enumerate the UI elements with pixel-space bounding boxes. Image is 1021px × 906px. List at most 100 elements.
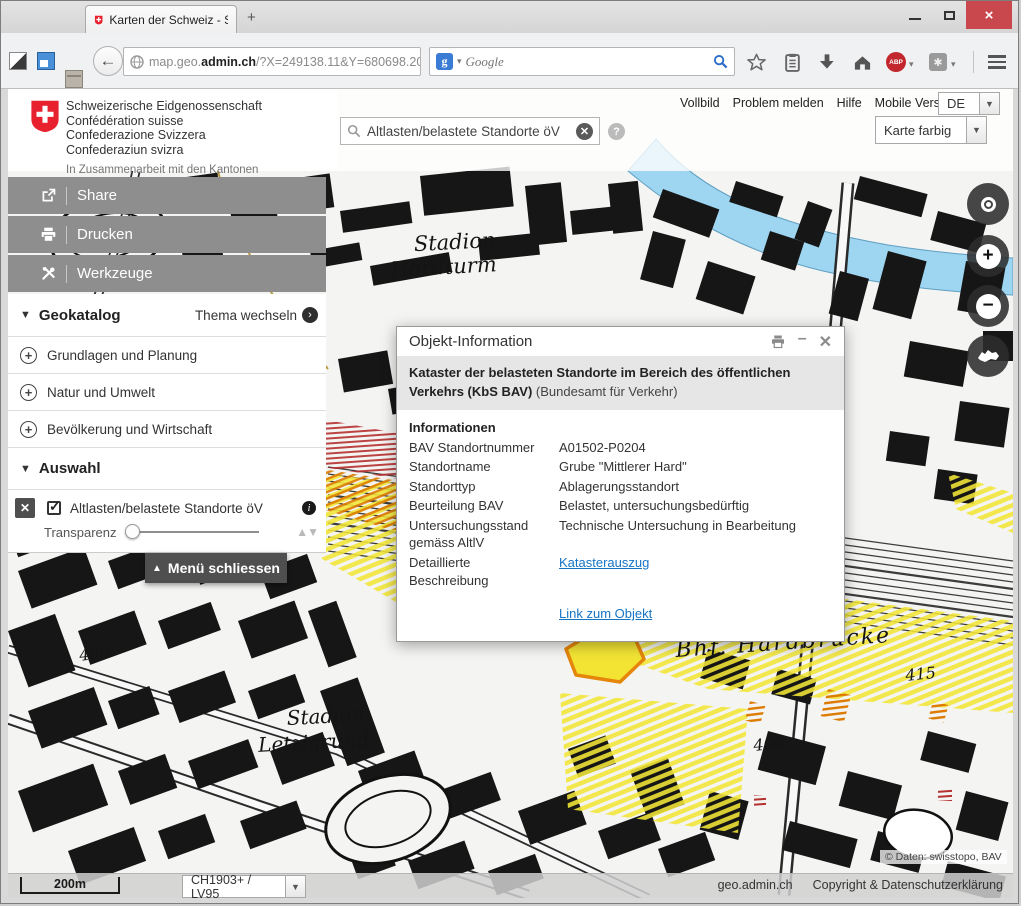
map-attribution[interactable]: © Daten: swisstopo, BAV <box>880 850 1007 864</box>
browser-search-bar[interactable]: g ▾ <box>429 47 735 76</box>
header: Schweizerische Eidgenossenschaft Confédé… <box>8 89 338 171</box>
printer-icon <box>38 226 58 243</box>
bookmark-star-icon[interactable] <box>745 51 767 73</box>
geolocate-icon <box>981 197 996 212</box>
projection-select[interactable]: CH1903+ / LV95 ▼ <box>182 875 306 898</box>
link-problem-melden[interactable]: Problem melden <box>733 96 824 110</box>
search-help-button[interactable]: ? <box>608 123 625 140</box>
label-stadion-letzigrund: Stadion <box>286 702 365 730</box>
url-bar[interactable]: map.geo.admin.ch/?X=249138.11&Y=680698.2… <box>123 47 421 76</box>
home-icon[interactable] <box>851 51 873 73</box>
layer-info-icon[interactable]: i <box>302 501 316 515</box>
header-links: Vollbild Problem melden Hilfe Mobile Ver… <box>680 96 957 110</box>
map-search-box[interactable]: ✕ <box>340 117 600 145</box>
layer-name: Altlasten/belastete Standorte öV <box>70 501 263 516</box>
search-engine-dropdown-icon[interactable]: ▾ <box>457 56 462 67</box>
clear-search-icon[interactable]: ✕ <box>576 123 593 140</box>
browser-window: Karten der Schweiz - Schweize... + × ← m… <box>0 0 1019 904</box>
sidebar-item-drucken[interactable]: Drucken <box>8 216 326 253</box>
link-hilfe[interactable]: Hilfe <box>837 96 862 110</box>
maximize-button[interactable] <box>932 1 966 29</box>
object-link-row: Link zum Objekt <box>409 605 832 623</box>
popup-section-title: Informationen <box>409 420 832 435</box>
chevron-down-icon: ▼ <box>979 93 999 114</box>
info-row: Detaillierte Beschreibung Katasterauszug <box>409 554 832 589</box>
basemap-select[interactable]: Karte farbig▼ <box>875 116 987 144</box>
minimize-popup-icon[interactable]: – <box>798 330 807 348</box>
layer-checkbox[interactable]: ✓ <box>47 501 61 515</box>
tab-title: Karten der Schweiz - Schweize... <box>109 13 228 27</box>
swiss-coat-of-arms-icon <box>28 98 62 134</box>
minimize-icon <box>909 18 921 20</box>
search-go-icon[interactable] <box>713 54 728 69</box>
link-vollbild[interactable]: Vollbild <box>680 96 720 110</box>
sidebar-item-share[interactable]: Share <box>8 177 326 214</box>
minus-icon: − <box>976 294 1001 319</box>
browser-search-input[interactable] <box>466 54 709 70</box>
katasterauszug-link[interactable]: Katasterauszug <box>559 555 649 570</box>
copyright-link[interactable]: Copyright & Datenschutzerklärung <box>813 878 1003 892</box>
zoom-in-button[interactable]: + <box>967 235 1009 277</box>
scale-bar: 200m <box>20 877 120 894</box>
layer-reorder-icons[interactable]: ▲▼ <box>296 525 318 539</box>
geoadmin-page: Stadion Hardturm Bhf. Hardbrücke Stadion… <box>8 89 1013 898</box>
search-icon <box>347 124 361 138</box>
remove-layer-button[interactable]: ✕ <box>15 498 35 518</box>
addon-dropdown-icon[interactable]: ▾ <box>951 59 956 70</box>
popup-title: Objekt-Information <box>409 333 532 350</box>
browser-tab[interactable]: Karten der Schweiz - Schweize... <box>85 5 237 33</box>
back-button[interactable]: ← <box>93 46 123 76</box>
slider-knob[interactable] <box>125 524 140 539</box>
browser-navbar: ← map.geo.admin.ch/?X=249138.11&Y=680698… <box>1 33 1018 89</box>
print-icon[interactable] <box>770 334 786 349</box>
new-tab-button[interactable]: + <box>247 9 256 26</box>
google-icon: g <box>436 53 453 70</box>
site-link[interactable]: geo.admin.ch <box>718 878 793 892</box>
geokatalog-header[interactable]: ▼ Geokatalog Thema wechseln › <box>8 294 326 336</box>
info-row: StandorttypAblagerungsstandort <box>409 478 832 496</box>
minimize-button[interactable] <box>898 1 932 29</box>
menu-hamburger-icon[interactable] <box>988 55 1006 72</box>
window-addon-icon[interactable] <box>37 52 55 70</box>
object-link[interactable]: Link zum Objekt <box>559 606 652 621</box>
image-addon-icon[interactable] <box>9 52 27 70</box>
label-stadion-hardturm: Stadion <box>413 228 496 256</box>
transparency-slider[interactable] <box>127 531 259 533</box>
adblock-dropdown-icon[interactable]: ▾ <box>909 59 914 70</box>
info-row: Beurteilung BAVBelastet, untersuchungsbe… <box>409 497 832 515</box>
triangle-up-icon: ▲ <box>152 563 162 574</box>
popup-titlebar[interactable]: Objekt-Information – ✕ <box>397 327 844 356</box>
plus-icon: + <box>976 244 1001 269</box>
addon-icon[interactable]: ✱ <box>927 51 949 73</box>
close-window-button[interactable]: × <box>966 1 1012 29</box>
category-natur[interactable]: + Natur und Umwelt <box>8 373 326 410</box>
swiss-favicon-icon <box>94 13 103 27</box>
geolocate-button[interactable] <box>967 183 1009 225</box>
collapse-triangle-icon: ▼ <box>20 463 31 475</box>
adblock-icon[interactable]: ABP <box>885 51 907 73</box>
layer-item: ✕ ✓ Altlasten/belastete Standorte öV i T… <box>8 489 326 552</box>
close-popup-icon[interactable]: ✕ <box>819 332 832 352</box>
sidebar-item-werkzeuge[interactable]: Werkzeuge <box>8 255 326 292</box>
popup-subtitle: Kataster der belasteten Standorte im Ber… <box>397 356 844 410</box>
category-bevoelkerung[interactable]: + Bevölkerung und Wirtschaft <box>8 410 326 447</box>
expand-plus-icon: + <box>20 421 37 438</box>
info-row: Untersuchungsstand gemäss AltlVTechnisch… <box>409 517 832 552</box>
category-grundlagen[interactable]: + Grundlagen und Planung <box>8 336 326 373</box>
chevron-down-icon: ▼ <box>285 876 305 897</box>
url-prefix: map.geo. <box>149 55 201 69</box>
theme-switch-link[interactable]: Thema wechseln › <box>195 307 318 323</box>
zoom-out-button[interactable]: − <box>967 285 1009 327</box>
zoom-to-switzerland-button[interactable] <box>967 335 1009 377</box>
map-search-input[interactable] <box>367 124 570 139</box>
chevron-down-icon: ▼ <box>966 117 986 143</box>
bookmarks-menu-icon[interactable] <box>781 51 803 73</box>
downloads-icon[interactable] <box>816 51 838 73</box>
url-domain: admin.ch <box>201 55 256 69</box>
language-select[interactable]: DE▼ <box>938 92 1000 115</box>
titlebar: Karten der Schweiz - Schweize... + × <box>1 1 1018 33</box>
archive-addon-icon[interactable] <box>65 70 83 88</box>
globe-icon <box>130 55 144 69</box>
close-menu-button[interactable]: ▲ Menü schliessen <box>145 553 287 583</box>
auswahl-header[interactable]: ▼ Auswahl <box>8 447 326 489</box>
